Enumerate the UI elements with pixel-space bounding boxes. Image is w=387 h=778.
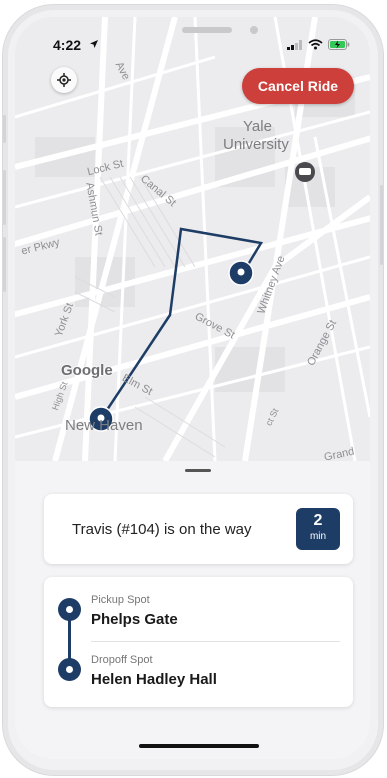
home-indicator[interactable] bbox=[139, 744, 259, 748]
wifi-icon bbox=[308, 39, 323, 50]
phone-screen: Yale University New Haven Lock St Canal … bbox=[15, 17, 370, 759]
status-bar: 4:22 bbox=[15, 37, 370, 57]
dropoff-name: Helen Hadley Hall bbox=[91, 671, 217, 688]
car-marker-icon bbox=[295, 162, 315, 182]
eta-value: 2 bbox=[313, 512, 323, 529]
sheet-drag-handle[interactable] bbox=[185, 469, 211, 472]
mute-switch bbox=[3, 115, 6, 143]
route-card: Pickup Spot Phelps Gate Dropoff Spot Hel… bbox=[44, 577, 353, 707]
driver-status-card: Travis (#104) is on the way 2 min bbox=[44, 494, 353, 564]
map-label-university: University bbox=[223, 136, 289, 153]
battery-charging-icon bbox=[328, 39, 350, 50]
eta-badge: 2 min bbox=[296, 508, 340, 550]
dropoff-pin-icon bbox=[58, 658, 81, 681]
dropoff-caption: Dropoff Spot bbox=[91, 654, 153, 666]
my-location-button[interactable] bbox=[51, 67, 77, 93]
speaker-grille bbox=[182, 27, 232, 33]
front-camera bbox=[250, 26, 258, 34]
driver-status-text: Travis (#104) is on the way bbox=[72, 521, 252, 538]
eta-unit: min bbox=[309, 531, 327, 542]
volume-up-button bbox=[3, 170, 6, 225]
pickup-map-pin-icon bbox=[228, 260, 254, 286]
crosshair-icon bbox=[57, 73, 71, 87]
pickup-name: Phelps Gate bbox=[91, 611, 178, 628]
map-label-yale: Yale bbox=[243, 118, 272, 135]
pickup-pin-icon bbox=[58, 598, 81, 621]
google-logo: Google bbox=[61, 362, 113, 379]
route-divider bbox=[91, 641, 340, 642]
cellular-signal-icon bbox=[287, 39, 302, 50]
status-time: 4:22 bbox=[53, 37, 82, 53]
volume-down-button bbox=[3, 237, 6, 292]
location-arrow-icon bbox=[90, 40, 98, 48]
ride-bottom-sheet: Travis (#104) is on the way 2 min Pickup… bbox=[15, 461, 370, 759]
cancel-ride-button[interactable]: Cancel Ride bbox=[242, 68, 354, 104]
pickup-caption: Pickup Spot bbox=[91, 594, 150, 606]
map-label-new-haven: New Haven bbox=[65, 417, 143, 434]
power-button bbox=[380, 185, 383, 265]
